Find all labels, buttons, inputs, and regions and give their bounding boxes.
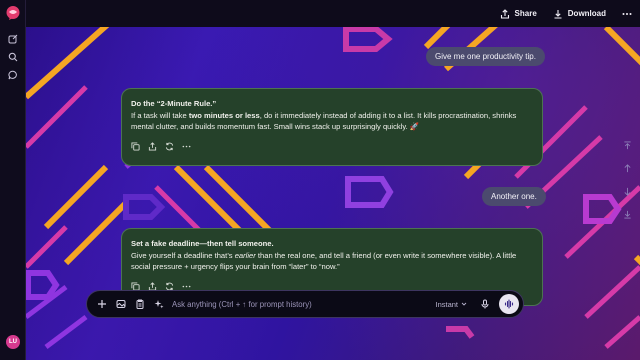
user-message: Another one.	[482, 187, 546, 206]
user-message: Give me one productivity tip.	[426, 47, 545, 66]
message-heading: Set a fake deadline—then tell someone.	[131, 239, 274, 248]
voice-mode-button[interactable]	[499, 294, 519, 314]
download-icon	[554, 9, 562, 19]
add-icon[interactable]	[96, 298, 108, 310]
body-italic-text: earlier	[234, 251, 256, 260]
new-chat-icon[interactable]	[4, 30, 22, 48]
assistant-message: Do the “2-Minute Rule.” If a task will t…	[121, 88, 543, 166]
avatar[interactable]: LU	[6, 335, 20, 349]
copy-icon[interactable]	[131, 142, 140, 151]
clipboard-icon[interactable]	[134, 298, 146, 310]
microphone-icon[interactable]	[479, 298, 491, 310]
sparkle-icon[interactable]	[153, 298, 165, 310]
share-icon[interactable]	[148, 142, 157, 151]
mode-label: Instant	[435, 299, 458, 309]
more-horizontal-icon[interactable]	[182, 142, 191, 151]
chevron-down-icon	[461, 302, 467, 306]
share-button[interactable]: Share	[500, 8, 537, 19]
scroll-down-icon[interactable]	[621, 185, 633, 197]
more-options-button[interactable]	[622, 9, 632, 19]
share-label: Share	[514, 9, 537, 18]
prompt-composer: Instant	[86, 290, 524, 318]
body-text: If a task will take	[131, 111, 189, 120]
sidebar: LU	[0, 0, 26, 360]
message-body: Give yourself a deadline that’s earlier …	[131, 250, 532, 272]
scroll-to-top-icon[interactable]	[621, 139, 633, 151]
chats-icon[interactable]	[4, 66, 22, 84]
download-button[interactable]: Download	[553, 9, 606, 19]
mode-selector[interactable]: Instant	[435, 300, 467, 309]
message-body: If a task will take two minutes or less,…	[131, 110, 532, 132]
more-horizontal-icon	[622, 12, 632, 15]
body-bold-text: two minutes or less	[188, 111, 260, 120]
scroll-up-icon[interactable]	[621, 162, 633, 174]
message-actions	[131, 142, 532, 151]
download-label: Download	[567, 9, 606, 18]
scroll-to-bottom-icon[interactable]	[621, 208, 633, 220]
waveform-icon	[504, 299, 514, 309]
app-logo-icon[interactable]	[5, 5, 21, 21]
message-heading: Do the “2-Minute Rule.”	[131, 99, 217, 108]
share-icon	[500, 8, 509, 19]
image-icon[interactable]	[115, 298, 127, 310]
search-icon[interactable]	[4, 48, 22, 66]
regenerate-icon[interactable]	[165, 142, 174, 151]
prompt-input[interactable]	[172, 299, 436, 309]
body-text: Give yourself a deadline that’s	[131, 251, 235, 260]
top-bar: Share Download	[26, 0, 640, 27]
